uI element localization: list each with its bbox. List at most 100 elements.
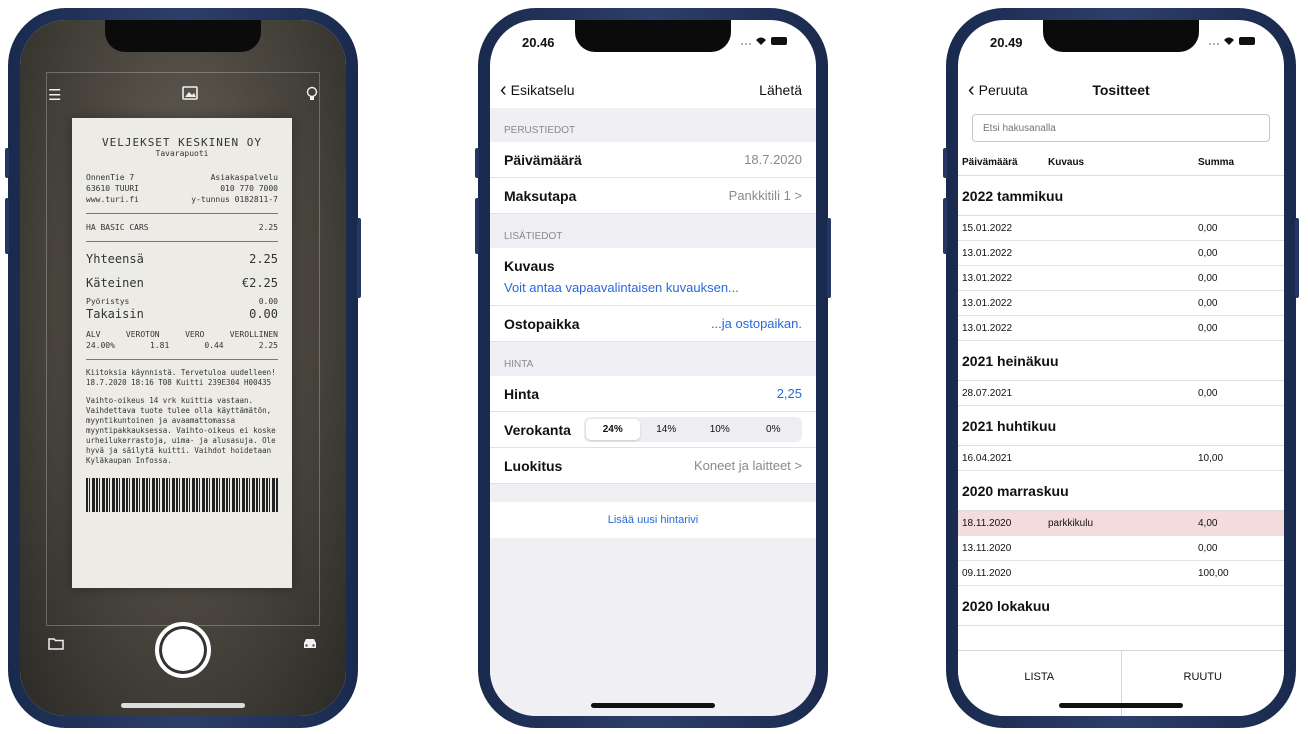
send-button[interactable]: Lähetä — [759, 82, 802, 98]
home-indicator — [591, 703, 715, 708]
row-date: 15.01.2022 — [962, 222, 1013, 234]
receipt-dept: Tavarapuoti — [155, 149, 209, 158]
place-row[interactable]: Ostopaikka ...ja ostopaikan. — [490, 306, 816, 342]
group-header: 2021 heinäkuu — [958, 341, 1284, 381]
side-button — [827, 218, 831, 298]
nav-bar: Tositteet ‹ Peruuta — [958, 72, 1284, 108]
group-header: 2021 huhtikuu — [958, 406, 1284, 446]
tax-option-10[interactable]: 10% — [693, 419, 747, 440]
table-row[interactable]: 09.11.2020 100,00 — [958, 561, 1284, 586]
row-sum: 4,00 — [1198, 517, 1218, 529]
receipt-list: 2022 tammikuu 15.01.2022 0,00 13.01.2022 0… — [958, 176, 1284, 650]
row-date: 16.04.2021 — [962, 452, 1013, 464]
description-row[interactable]: Kuvaus Voit antaa vapaavalintaisen kuvau… — [490, 248, 816, 306]
shutter-button[interactable] — [155, 622, 211, 678]
receipt-tax-v3: 0.44 — [204, 341, 224, 350]
row-sum: 0,00 — [1198, 297, 1218, 309]
receipt-ytunnus: y-tunnus 0182811-7 — [191, 195, 278, 204]
col-sum[interactable]: Summa — [1198, 157, 1284, 168]
receipt-cs2: 010 770 7000 — [220, 184, 278, 193]
receipt-tax-h2: VEROTON — [125, 330, 160, 339]
table-row[interactable]: 28.07.2021 0,00 — [958, 381, 1284, 406]
receipt-divider — [86, 213, 278, 214]
place-input[interactable]: ...ja ostopaikan. — [711, 316, 802, 331]
back-button[interactable]: ‹ Esikatselu — [500, 79, 575, 101]
tax-option-0[interactable]: 0% — [747, 419, 801, 440]
chevron-left-icon: ‹ — [500, 79, 507, 101]
cancel-label: Peruuta — [978, 82, 1028, 98]
tax-option-24[interactable]: 24% — [586, 419, 640, 440]
description-input[interactable]: Voit antaa vapaavalintaisen kuvauksen... — [504, 280, 802, 295]
table-row[interactable]: 13.01.2022 0,00 — [958, 241, 1284, 266]
col-desc[interactable]: Kuvaus — [1048, 157, 1198, 168]
classification-row[interactable]: Luokitus Koneet ja laitteet > — [490, 448, 816, 484]
phone-preview: 20.46 ‹ Esikatselu Lähetä PERUSTIEDOT Pä… — [475, 8, 831, 728]
folder-icon[interactable] — [48, 637, 64, 654]
row-date: 28.07.2021 — [962, 387, 1013, 399]
receipt-item-price: 2.25 — [258, 223, 278, 232]
cancel-button[interactable]: ‹ Peruuta — [968, 80, 1028, 100]
side-button — [943, 198, 947, 254]
section-header-price: HINTA — [504, 359, 534, 370]
row-sum: 0,00 — [1198, 222, 1218, 234]
table-row-selected[interactable]: 18.11.2020 parkkikulu 4,00 — [958, 511, 1284, 536]
receipt-round: 0.00 — [258, 297, 278, 306]
side-button — [475, 148, 479, 178]
table-row[interactable]: 16.04.2021 10,00 — [958, 446, 1284, 471]
preview-screen: 20.46 ‹ Esikatselu Lähetä PERUSTIEDOT Pä… — [490, 20, 816, 716]
back-label: Esikatselu — [510, 82, 575, 98]
receipt-tax-v4: 2.25 — [258, 341, 278, 350]
table-row[interactable]: 13.11.2020 0,00 — [958, 536, 1284, 561]
row-desc: parkkikulu — [1048, 517, 1094, 529]
receipt-addr2: 63610 TUURI — [86, 184, 139, 193]
car-icon[interactable] — [302, 637, 318, 654]
nav-bar: ‹ Esikatselu Lähetä — [490, 72, 816, 108]
price-input[interactable]: 2,25 — [777, 386, 802, 401]
receipt-thanks: Kiitoksia käynnistä. Tervetuloa uudellee… — [86, 368, 276, 387]
home-indicator — [121, 703, 245, 708]
table-row[interactable]: 13.01.2022 0,00 — [958, 291, 1284, 316]
row-date: 13.11.2020 — [962, 542, 1012, 554]
menu-icon[interactable]: ☰ — [48, 86, 61, 104]
add-price-row-button[interactable]: Lisää uusi hintarivi — [490, 502, 816, 538]
receipt-tax-h3: VERO — [185, 330, 205, 339]
side-button — [943, 148, 947, 178]
receipt-company: VELJEKSET KESKINEN OY — [101, 136, 263, 149]
payment-row[interactable]: Maksutapa Pankkitili 1 > — [490, 178, 816, 214]
group-header: 2020 marraskuu — [958, 471, 1284, 511]
table-row[interactable]: 15.01.2022 0,00 — [958, 216, 1284, 241]
row-date: 18.11.2020 — [962, 517, 1012, 529]
receipt-item: HA BASIC CARS — [86, 223, 149, 232]
row-sum: 0,00 — [1198, 322, 1218, 334]
date-row[interactable]: Päivämäärä 18.7.2020 — [490, 142, 816, 178]
receipt-addr1: OnnenTie 7 — [86, 173, 135, 182]
receipt-web: www.turi.fi — [86, 195, 139, 204]
search-input[interactable] — [972, 114, 1270, 142]
description-label: Kuvaus — [504, 258, 555, 274]
col-date[interactable]: Päivämäärä — [958, 157, 1048, 168]
table-row[interactable]: 13.01.2022 0,00 — [958, 316, 1284, 341]
row-sum: 0,00 — [1198, 247, 1218, 259]
table-row[interactable]: 13.01.2022 0,00 — [958, 266, 1284, 291]
side-button — [475, 198, 479, 254]
tax-option-14[interactable]: 14% — [640, 419, 694, 440]
home-indicator — [1059, 703, 1183, 708]
form: PERUSTIEDOT Päivämäärä 18.7.2020 Maksuta… — [490, 108, 816, 716]
receipt-cash: €2.25 — [241, 276, 278, 290]
phone-camera: ☰ VELJEKSET KESKINEN OY Tavarapuoti Onne… — [5, 8, 361, 728]
camera-screen: ☰ VELJEKSET KESKINEN OY Tavarapuoti Onne… — [20, 20, 346, 716]
receipt-policy: Vaihto-oikeus 14 vrk kuittia vastaan. Va… — [86, 396, 276, 465]
row-sum: 10,00 — [1198, 452, 1224, 464]
date-label: Päivämäärä — [504, 151, 582, 168]
receipt-tax-v2: 1.81 — [150, 341, 170, 350]
receipt-cash-label: Käteinen — [86, 276, 144, 290]
receipt-divider — [86, 241, 278, 242]
tax-row: Verokanta 24% 14% 10% 0% — [490, 412, 816, 448]
group-header: 2022 tammikuu — [958, 176, 1284, 216]
gallery-icon[interactable] — [182, 86, 198, 104]
lightbulb-icon[interactable] — [306, 86, 318, 106]
price-row[interactable]: Hinta 2,25 — [490, 376, 816, 412]
receipt-tax-h4: VEROLLINEN — [229, 330, 278, 339]
receipt-total: 2.25 — [249, 252, 278, 266]
receipt-tax-h1: ALV — [86, 330, 101, 339]
